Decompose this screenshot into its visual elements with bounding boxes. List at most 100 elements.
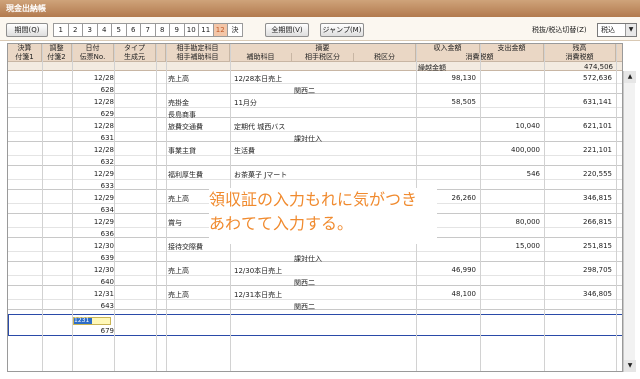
cell-balance: 346,815 (583, 194, 612, 202)
new-entry-row[interactable]: 1231 679 (8, 314, 622, 336)
cell-expense: 15,000 (515, 242, 541, 250)
grid-divider (480, 44, 481, 371)
cell-sub2: 関西二 (294, 303, 315, 311)
header-cell: 相手補助科目 (166, 53, 230, 62)
grid-divider (114, 44, 115, 371)
month-button-13[interactable]: 決 (227, 23, 243, 37)
header-row-2: 付箋1付箋2伝票No.生成元相手補助科目補助科目相手税区分税区分消費税額消費税額 (8, 53, 622, 62)
cell-date: 12/29 (93, 218, 114, 226)
header-cell: 付箋1 (8, 53, 42, 62)
cell-memo: 12/30本日売上 (234, 267, 283, 275)
month-selector: 1 2 3 4 5 6 7 8 9 10 11 12 決 (53, 23, 243, 37)
cell-balance: 631,141 (583, 98, 612, 106)
cell-no: 632 (100, 158, 114, 166)
cell-balance: 298,705 (583, 266, 612, 274)
window-title: 現金出納帳 (0, 0, 640, 17)
cell-account: 売掛金 (168, 99, 189, 107)
month-button-7[interactable]: 7 (140, 23, 156, 37)
date-input-value: 1231 (74, 318, 92, 324)
cell-sub2: 課対仕入 (294, 255, 322, 263)
voucher-number: 679 (100, 327, 114, 335)
table-row[interactable]: 12/28 631 旅費交通費 定期代 城西バス 課対仕入 10,040 621,101 (8, 120, 622, 143)
grid-divider (72, 44, 73, 371)
cell-sub2: 課対仕入 (294, 135, 322, 143)
cell-sub2: 関西二 (294, 87, 315, 95)
cell-no: 629 (100, 110, 114, 118)
header-cell: 調整 (42, 44, 72, 53)
cell-account: 売上高 (168, 267, 189, 275)
header-cell: 摘要 (230, 44, 416, 53)
month-button-9[interactable]: 9 (169, 23, 185, 37)
month-button-12[interactable]: 12 (212, 23, 228, 37)
cell-memo: お茶菓子 Jマート (234, 171, 288, 179)
chevron-down-icon[interactable]: ▼ (625, 24, 636, 36)
jump-button[interactable]: ジャンプ(M) (320, 23, 364, 37)
toolbar: 期間(Q) 1 2 3 4 5 6 7 8 9 10 11 12 決 全期間(V) ジャンプ(M) 税抜… (0, 17, 640, 41)
header-row-1: 決算 調整 日付 タイプ 相手勘定科目 摘要 収入金額 支出金額 残高 (8, 44, 622, 53)
cell-account: 売上高 (168, 291, 189, 299)
cell-memo: 生活費 (234, 147, 255, 155)
table-row[interactable]: 12/30 640 売上高 12/30本日売上 関西二 46,990 298,705 (8, 264, 622, 287)
grid-divider (166, 44, 167, 371)
cell-memo: 定期代 城西バス (234, 123, 286, 131)
month-button-5[interactable]: 5 (111, 23, 127, 37)
month-button-10[interactable]: 10 (183, 23, 199, 37)
cell-date: 12/28 (93, 122, 114, 130)
header-cell: 税区分 (354, 53, 416, 62)
header-cell: 補助科目 (230, 53, 292, 62)
grid-divider (544, 44, 545, 371)
month-button-3[interactable]: 3 (82, 23, 98, 37)
table-row[interactable]: 12/28 632 事業主貸 生活費 400,000 221,101 (8, 144, 622, 166)
header-cell (156, 53, 166, 62)
table-row[interactable]: 12/31 643 売上高 12/31本日売上 関西二 48,100 346,805 (8, 288, 622, 311)
header-cell: 相手税区分 (292, 53, 354, 62)
month-button-1[interactable]: 1 (53, 23, 69, 37)
tax-mode-label: 税抜/税込切替(Z) (532, 26, 587, 34)
row-divider (8, 251, 622, 252)
month-button-6[interactable]: 6 (125, 23, 141, 37)
all-period-button[interactable]: 全期間(V) (265, 23, 309, 37)
header-cell: 支出金額 (480, 44, 544, 53)
cell-account: 事業主貸 (168, 147, 196, 155)
vertical-scrollbar[interactable]: ▲ ▼ (623, 71, 636, 372)
grid-divider (42, 44, 43, 371)
header-cell: 収入金額 (416, 44, 480, 53)
table-row[interactable]: 12/29 633 福利厚生費 お茶菓子 Jマート 546 220,555 (8, 168, 622, 190)
tax-mode-select[interactable]: 税込 ▼ (597, 23, 637, 37)
caption-overlay: 領収証の入力もれに気がつき あわてて入力する。 (209, 188, 437, 244)
cell-no: 636 (100, 230, 114, 238)
period-button[interactable]: 期間(Q) (6, 23, 48, 37)
cell-date: 12/30 (93, 266, 114, 274)
cell-income: 58,505 (451, 98, 477, 106)
cell-date: 12/28 (93, 98, 114, 106)
month-button-2[interactable]: 2 (67, 23, 83, 37)
cell-no: 634 (100, 206, 114, 214)
cell-account: 旅費交通費 (168, 123, 203, 131)
header-cell: 相手勘定科目 (166, 44, 230, 53)
header-cell: 残高 (544, 44, 616, 53)
carry-forward-value: 474,506 (584, 63, 613, 71)
scroll-down-icon[interactable]: ▼ (624, 360, 636, 372)
grid-divider (156, 44, 157, 371)
cell-sub1: 長島商事 (168, 111, 196, 119)
month-button-8[interactable]: 8 (154, 23, 170, 37)
cell-expense: 400,000 (511, 146, 540, 154)
cell-balance: 346,805 (583, 290, 612, 298)
scroll-up-icon[interactable]: ▲ (624, 71, 636, 83)
cell-no: 640 (100, 278, 114, 286)
table-row[interactable]: 12/28 628 売上高 12/28本日売上 関西二 98,130 572,636 (8, 72, 622, 95)
carry-forward-row: 繰越金額 474,506 (8, 62, 622, 72)
cell-balance: 572,636 (583, 74, 612, 82)
cell-memo: 12/28本日売上 (234, 75, 283, 83)
cell-balance: 221,101 (583, 146, 612, 154)
month-button-11[interactable]: 11 (198, 23, 214, 37)
cell-expense: 546 (526, 170, 540, 178)
header-cell: 伝票No. (72, 53, 114, 62)
month-button-4[interactable]: 4 (96, 23, 112, 37)
cell-memo: 11月分 (234, 99, 257, 107)
cell-expense: 80,000 (515, 218, 541, 226)
cell-balance: 251,815 (583, 242, 612, 250)
cell-no: 631 (100, 134, 114, 142)
header-cell (616, 44, 622, 53)
table-row[interactable]: 12/28 629 売掛金長島商事 11月分 58,505 631,141 (8, 96, 622, 119)
